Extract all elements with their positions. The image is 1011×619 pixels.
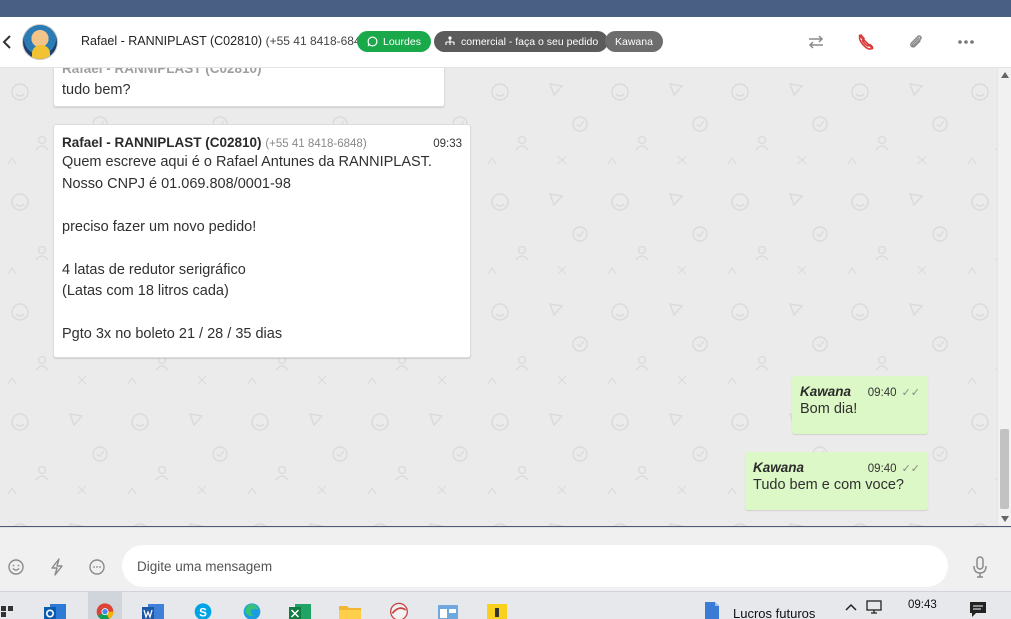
message-sender: Kawana	[753, 460, 805, 475]
svg-text:S: S	[199, 606, 207, 619]
templates-button[interactable]	[87, 557, 107, 577]
avatar[interactable]	[22, 24, 58, 60]
back-button[interactable]	[0, 32, 14, 52]
message-sender-phone: (+55 41 8418-6848)	[265, 138, 367, 150]
message-composer	[0, 527, 1011, 591]
message-text: Quem escreve aqui é o Rafael Antunes da …	[62, 154, 432, 342]
emoji-button[interactable]	[6, 557, 26, 577]
notification-icon	[970, 602, 986, 617]
app-window-icon	[438, 605, 458, 619]
message-time: 09:40	[867, 387, 897, 399]
message-list[interactable]: Rafael - RANNIPLAST (C02810) tudo bem? R…	[0, 68, 1011, 526]
whatsapp-icon	[367, 36, 378, 47]
user-tag[interactable]: Kawana	[605, 31, 663, 52]
skype-icon: S	[194, 603, 212, 619]
message-header: Kawana 09:40 ✓✓	[800, 384, 920, 399]
message-bubble-incoming[interactable]: Rafael - RANNIPLAST (C02810) tudo bem?	[53, 68, 445, 107]
message-text: Bom dia!	[800, 401, 858, 417]
message-text: Tudo bem e com voce?	[753, 477, 904, 493]
message-sender: Rafael - RANNIPLAST (C02810)	[62, 68, 262, 76]
contact-phone: (+55 41 8418-6848)	[265, 34, 372, 48]
scroll-up-arrow-icon[interactable]	[1001, 72, 1009, 78]
edge-icon	[243, 603, 261, 619]
taskbar-file-explorer[interactable]	[338, 600, 362, 619]
double-check-icon: ✓✓	[901, 463, 920, 475]
smiley-icon	[8, 559, 24, 575]
end-call-button[interactable]	[855, 31, 877, 53]
taskbar-edge[interactable]	[240, 600, 264, 619]
network-icon	[866, 600, 882, 614]
taskbar-chrome[interactable]	[93, 600, 117, 619]
message-bubble-incoming[interactable]: Rafael - RANNIPLAST (C02810) (+55 41 841…	[53, 124, 471, 358]
sticky-notes-icon	[487, 604, 507, 619]
voice-record-button[interactable]	[969, 554, 991, 580]
more-options-button[interactable]	[955, 31, 977, 53]
scroll-down-arrow-icon[interactable]	[1001, 516, 1009, 522]
task-view-button[interactable]	[0, 600, 14, 619]
user-tag-label: Kawana	[615, 35, 653, 48]
taskbar-clock[interactable]: 09:43	[908, 599, 937, 611]
agent-tag[interactable]: Lourdes	[357, 31, 431, 52]
message-sender: Rafael - RANNIPLAST (C02810)	[62, 135, 262, 150]
chrome-icon	[96, 603, 114, 619]
message-bubble-outgoing[interactable]: Kawana 09:40 ✓✓ Tudo bem e com voce?	[745, 452, 928, 510]
message-header: Rafael - RANNIPLAST (C02810)	[62, 68, 436, 76]
paperclip-icon	[910, 35, 922, 48]
contact-title[interactable]: Rafael - RANNIPLAST (C02810) (+55 41 841…	[81, 34, 371, 48]
sitemap-icon	[445, 36, 455, 45]
windows-taskbar: S Lucros futuros 09:43	[0, 591, 1011, 619]
double-check-icon: ✓✓	[901, 387, 920, 399]
attach-button[interactable]	[905, 31, 927, 53]
outlook-icon	[44, 604, 66, 619]
department-tag[interactable]: comercial - faça o seu pedido	[434, 31, 609, 52]
transfer-arrows-icon	[808, 35, 824, 49]
taskbar-app-round[interactable]	[387, 600, 411, 619]
word-icon	[142, 604, 164, 619]
chat-header: Rafael - RANNIPLAST (C02810) (+55 41 841…	[0, 17, 1011, 68]
window-top-strip	[0, 0, 1011, 17]
app-globe-icon	[390, 602, 408, 619]
message-bubble-outgoing[interactable]: Kawana 09:40 ✓✓ Bom dia!	[792, 376, 928, 434]
notification-center-button[interactable]	[968, 600, 990, 619]
document-icon	[705, 602, 719, 619]
taskbar-outlook[interactable]	[44, 600, 68, 619]
transfer-button[interactable]	[805, 31, 827, 53]
message-input[interactable]	[122, 545, 948, 587]
ellipsis-icon	[958, 40, 974, 44]
taskbar-skype[interactable]: S	[191, 600, 215, 619]
scrollbar-thumb[interactable]	[1000, 429, 1009, 509]
tray-overflow-button[interactable]	[845, 600, 859, 619]
taskbar-app-window[interactable]	[436, 600, 460, 619]
phone-off-icon	[858, 34, 874, 50]
folder-icon	[339, 606, 361, 619]
message-time: 09:33	[433, 138, 462, 150]
chevron-left-icon	[2, 35, 11, 49]
taskbar-excel[interactable]	[289, 600, 313, 619]
agent-tag-label: Lourdes	[383, 35, 421, 48]
taskbar-document-window[interactable]	[703, 600, 723, 619]
taskbar-sticky-notes[interactable]	[485, 600, 509, 619]
excel-icon	[289, 604, 311, 619]
quick-replies-button[interactable]	[47, 557, 67, 577]
taskbar-window-title[interactable]: Lucros futuros	[733, 606, 815, 619]
department-tag-label: comercial - faça o seu pedido	[461, 35, 599, 48]
message-list-scrollbar[interactable]	[997, 68, 1011, 526]
message-time: 09:40	[867, 463, 897, 475]
lightning-bolt-icon	[51, 558, 63, 576]
message-header: Kawana 09:40 ✓✓	[753, 460, 920, 475]
chat-bubble-dots-icon	[89, 559, 105, 575]
message-header: Rafael - RANNIPLAST (C02810) (+55 41 841…	[62, 135, 462, 150]
message-sender: Kawana	[800, 384, 852, 399]
task-view-icon	[1, 606, 13, 617]
contact-name: Rafael - RANNIPLAST (C02810)	[81, 34, 263, 48]
tray-network-button[interactable]	[866, 600, 884, 619]
taskbar-word[interactable]	[142, 600, 166, 619]
microphone-icon	[973, 556, 987, 578]
message-text: tudo bem?	[62, 82, 131, 98]
chevron-up-icon	[845, 603, 857, 611]
